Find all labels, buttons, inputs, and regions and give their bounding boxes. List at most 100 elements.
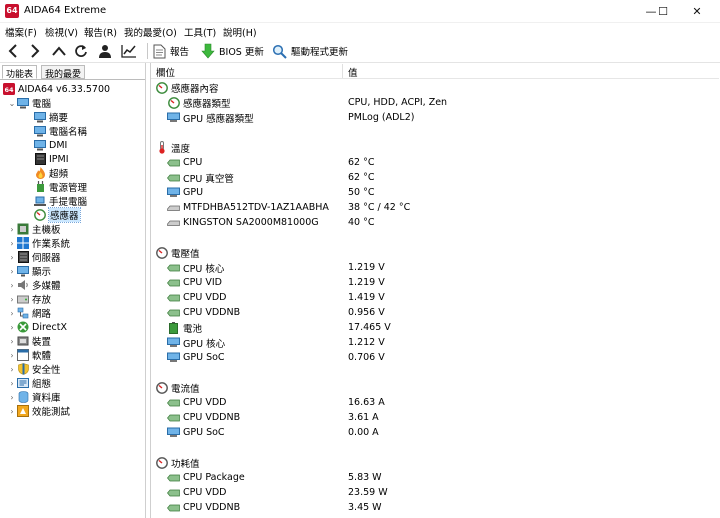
close-button[interactable]: ✕: [674, 0, 720, 23]
tree-os[interactable]: › 作業系統: [7, 236, 70, 250]
list-item[interactable]: GPU 感應器類型 PMLog (ADL2): [167, 110, 707, 125]
tree-laptop-label: 手提電腦: [49, 197, 88, 208]
tree-display[interactable]: › 顯示: [7, 264, 51, 278]
speaker-icon: [17, 279, 29, 291]
tree-config[interactable]: › 組態: [7, 376, 51, 390]
list-item[interactable]: CPU VDDNB 3.45 W: [167, 500, 707, 515]
tree-summary-label: 摘要: [49, 113, 69, 124]
tree-security[interactable]: › 安全性: [7, 362, 61, 376]
column-divider[interactable]: [342, 64, 343, 78]
list-item[interactable]: CPU VDD 23.59 W: [167, 485, 707, 500]
back-button[interactable]: [3, 41, 23, 61]
list-item[interactable]: CPU VID 1.219 V: [167, 275, 707, 290]
list-item[interactable]: GPU SoC 0.00 A: [167, 425, 707, 440]
expand-icon[interactable]: ›: [7, 379, 17, 388]
tree-devices[interactable]: › 裝置: [7, 334, 51, 348]
tree-summary[interactable]: 摘要: [34, 110, 68, 124]
list-item[interactable]: CPU 62 °C: [167, 155, 707, 170]
tab-menu[interactable]: 功能表: [2, 65, 38, 80]
list-item[interactable]: GPU 核心 1.212 V: [167, 335, 707, 350]
driver-update-button[interactable]: 驅動程式更新: [272, 42, 348, 60]
list-item[interactable]: CPU VDD 16.63 A: [167, 395, 707, 410]
list-item[interactable]: 感應器類型 CPU, HDD, ACPI, Zen: [167, 95, 707, 110]
tree-sensor[interactable]: 感應器: [34, 207, 81, 223]
list-item[interactable]: CPU Package 5.83 W: [167, 470, 707, 485]
list-item[interactable]: 電池 17.465 V: [167, 320, 707, 335]
list-item[interactable]: CPU 核心 1.219 V: [167, 260, 707, 275]
forward-button[interactable]: [25, 41, 45, 61]
menu-file[interactable]: 檔案(F): [5, 25, 37, 39]
aida64-icon: 64: [3, 83, 15, 95]
section-sensor-properties[interactable]: 感應器內容: [155, 80, 219, 95]
report-button[interactable]: 報告: [153, 42, 189, 60]
tree-root[interactable]: 64 AIDA64 v6.33.5700: [3, 82, 110, 96]
section-voltage[interactable]: 電壓值: [155, 245, 200, 260]
list-item[interactable]: MTFDHBA512TDV-1AZ1AABHA 38 °C / 42 °C: [167, 200, 707, 215]
tree-motherboard[interactable]: › 主機板: [7, 222, 61, 236]
refresh-button[interactable]: [71, 41, 91, 61]
chart-button[interactable]: [119, 41, 139, 61]
expand-icon[interactable]: ›: [7, 281, 17, 290]
expand-icon[interactable]: ›: [7, 351, 17, 360]
user-button[interactable]: [95, 41, 115, 61]
list-item[interactable]: CPU VDDNB 0.956 V: [167, 305, 707, 320]
tree-multimedia[interactable]: › 多媒體: [7, 278, 61, 292]
tree-server[interactable]: › 伺服器: [7, 250, 61, 264]
section-power[interactable]: 功耗值: [155, 455, 200, 470]
tree-database[interactable]: › 資料庫: [7, 390, 61, 404]
cpu-chip-icon: [167, 397, 180, 409]
menu-favorites[interactable]: 我的最愛(O): [124, 25, 177, 39]
expand-icon[interactable]: ›: [7, 309, 17, 318]
item-name: 電池: [183, 323, 203, 335]
list-item[interactable]: CPU 真空管 62 °C: [167, 170, 707, 185]
expand-icon[interactable]: ›: [7, 407, 17, 416]
expand-icon[interactable]: ›: [7, 239, 17, 248]
tab-favorites[interactable]: 我的最愛: [41, 65, 86, 80]
list-item[interactable]: GPU 50 °C: [167, 185, 707, 200]
section-title: 電流值: [171, 383, 200, 395]
tree-benchmark[interactable]: › 效能測試: [7, 404, 70, 418]
item-name: GPU: [183, 187, 204, 198]
bios-update-button[interactable]: BIOS 更新: [201, 42, 264, 60]
motherboard-icon: [17, 223, 29, 235]
menu-tools[interactable]: 工具(T): [184, 25, 216, 39]
expand-icon[interactable]: ›: [7, 253, 17, 262]
expand-icon[interactable]: ›: [7, 225, 17, 234]
tree-multimedia-label: 多媒體: [32, 281, 61, 292]
tree-network[interactable]: › 網路: [7, 306, 51, 320]
menu-view[interactable]: 檢視(V): [45, 25, 78, 39]
expand-icon[interactable]: ›: [7, 337, 17, 346]
column-header-field[interactable]: 欄位: [156, 65, 175, 79]
tree-directx[interactable]: › DirectX: [7, 320, 67, 334]
tree-storage[interactable]: › 存放: [7, 292, 51, 307]
item-name: CPU 真空管: [183, 173, 234, 185]
expand-icon[interactable]: ›: [7, 393, 17, 402]
expand-icon[interactable]: ›: [7, 295, 17, 304]
tree-computer[interactable]: ⌄ 電腦: [7, 96, 51, 110]
tree-dmi[interactable]: DMI: [34, 138, 67, 152]
list-item[interactable]: GPU SoC 0.706 V: [167, 350, 707, 365]
item-value: PMLog (ADL2): [348, 112, 415, 123]
tree-power-management[interactable]: 電源管理: [34, 180, 87, 194]
section-temperature[interactable]: 溫度: [155, 140, 190, 155]
config-icon: [17, 377, 29, 389]
expand-icon[interactable]: ›: [7, 323, 17, 332]
list-item[interactable]: CPU VDDNB 3.61 A: [167, 410, 707, 425]
cpu-chip-icon: [167, 262, 180, 274]
tree-ipmi[interactable]: IPMI: [34, 152, 69, 166]
menu-report[interactable]: 報告(R): [84, 25, 117, 39]
tree-laptop[interactable]: 手提電腦: [34, 194, 87, 208]
tree-overclock[interactable]: 超頻: [34, 166, 68, 180]
list-item[interactable]: KINGSTON SA2000M81000G 40 °C: [167, 215, 707, 230]
tree-computer-name[interactable]: 電腦名稱: [34, 124, 87, 138]
collapse-icon[interactable]: ⌄: [7, 99, 17, 108]
column-header-value[interactable]: 值: [348, 65, 358, 79]
item-value: 0.00 A: [348, 427, 379, 438]
expand-icon[interactable]: ›: [7, 365, 17, 374]
tree-software[interactable]: › 軟體: [7, 348, 51, 362]
up-button[interactable]: [49, 41, 69, 61]
menu-help[interactable]: 說明(H): [223, 25, 257, 39]
section-current[interactable]: 電流值: [155, 380, 200, 395]
list-item[interactable]: CPU VDD 1.419 V: [167, 290, 707, 305]
expand-icon[interactable]: ›: [7, 267, 17, 276]
